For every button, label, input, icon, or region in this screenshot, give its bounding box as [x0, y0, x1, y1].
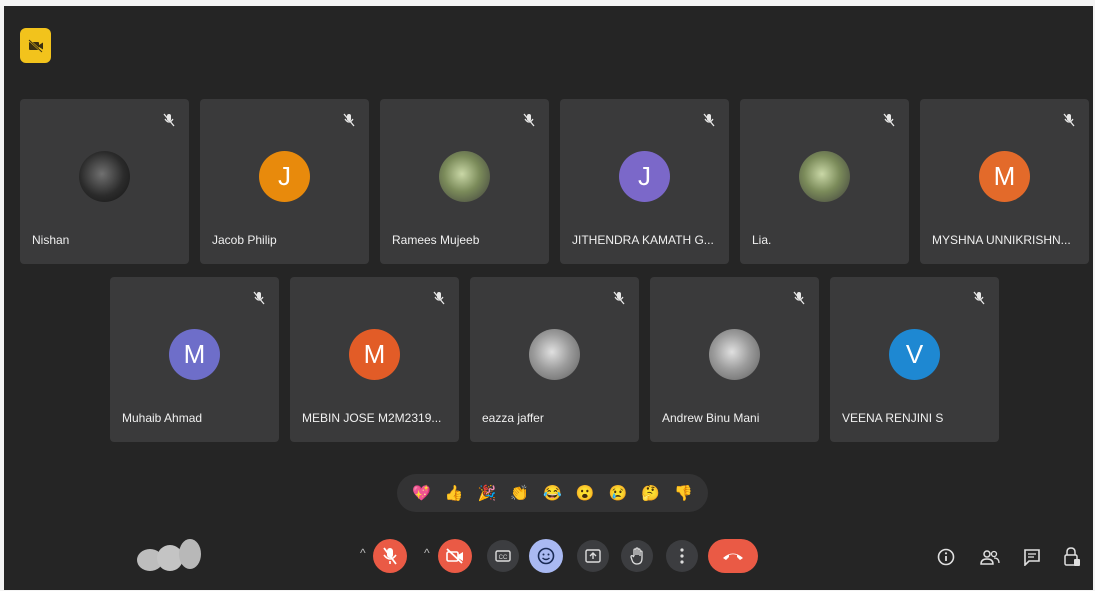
- avatar-initial: J: [278, 161, 291, 191]
- svg-text:CC: CC: [499, 555, 508, 561]
- participant-name: VEENA RENJINI S: [842, 411, 944, 425]
- mic-off-icon: [343, 113, 355, 127]
- participant-tile[interactable]: Ramees Mujeeb: [380, 99, 549, 264]
- reaction-laugh[interactable]: 😂: [539, 480, 565, 506]
- info-icon: [937, 548, 955, 566]
- participant-name: Ramees Mujeeb: [392, 233, 480, 247]
- leave-call-button[interactable]: [708, 539, 758, 573]
- participant-name: JITHENDRA KAMATH G...: [572, 233, 714, 247]
- camera-options-chevron-icon[interactable]: ^: [424, 546, 430, 560]
- avatar-initial: M: [993, 161, 1016, 191]
- chat-button[interactable]: [1019, 544, 1045, 570]
- participant-avatar: J: [619, 151, 670, 202]
- mic-off-icon: [883, 113, 895, 127]
- mic-off-icon: [163, 113, 175, 127]
- captions-button[interactable]: CC: [487, 540, 519, 572]
- camera-off-icon: [27, 38, 43, 53]
- participant-name: MEBIN JOSE M2M2319...: [302, 411, 442, 425]
- mic-off-icon: [523, 113, 535, 127]
- participant-avatar: M: [979, 151, 1030, 202]
- participant-name: Lia.: [752, 233, 772, 247]
- people-button[interactable]: [977, 544, 1003, 570]
- participant-tile[interactable]: Andrew Binu Mani: [650, 277, 819, 442]
- participant-name: MYSHNA UNNIKRISHN...: [932, 233, 1071, 247]
- participant-name: Jacob Philip: [212, 233, 277, 247]
- participant-name: eazza jaffer: [482, 411, 544, 425]
- hangup-icon: [723, 553, 743, 560]
- participant-avatar: [79, 151, 130, 202]
- mic-off-icon: [973, 291, 985, 305]
- reaction-party[interactable]: 🎉: [474, 480, 500, 506]
- camera-off-badge: [20, 28, 51, 63]
- reaction-sad[interactable]: 😢: [605, 480, 631, 506]
- mic-options-chevron-icon[interactable]: ^: [360, 546, 366, 560]
- avatar-initial: V: [905, 339, 924, 369]
- people-icon: [980, 550, 1000, 565]
- meeting-details-button[interactable]: [933, 544, 959, 570]
- reaction-thinking[interactable]: 🤔: [638, 480, 664, 506]
- participant-name: Andrew Binu Mani: [662, 411, 760, 425]
- mic-off-icon: [253, 291, 265, 305]
- reaction-thumbs-up[interactable]: 👍: [441, 480, 467, 506]
- participant-avatar: M: [349, 329, 400, 380]
- hand-icon: [630, 547, 643, 565]
- mic-toggle-button[interactable]: [373, 539, 407, 573]
- avatar-initial: M: [363, 339, 386, 369]
- reactions-bar: 💖 👍 🎉 👏 😂 😮 😢 🤔 👎: [397, 474, 708, 512]
- lock-person-icon: [1064, 547, 1080, 566]
- participant-tile[interactable]: eazza jaffer: [470, 277, 639, 442]
- participant-tile[interactable]: Lia.: [740, 99, 909, 264]
- chat-icon: [1024, 549, 1040, 566]
- reaction-thumbs-down[interactable]: 👎: [671, 480, 697, 506]
- participant-tile[interactable]: J JITHENDRA KAMATH G...: [560, 99, 729, 264]
- mic-off-icon: [1063, 113, 1075, 127]
- captions-icon: CC: [495, 550, 511, 562]
- host-controls-button[interactable]: [1059, 544, 1085, 570]
- mic-off-icon: [383, 547, 397, 565]
- mic-off-icon: [793, 291, 805, 305]
- reactions-button[interactable]: [529, 539, 563, 573]
- avatar-initial: J: [638, 161, 651, 191]
- participant-tile[interactable]: Nishan: [20, 99, 189, 264]
- redacted-meeting-name: [137, 539, 201, 571]
- present-screen-button[interactable]: [577, 540, 609, 572]
- camera-off-icon: [446, 548, 463, 564]
- mic-off-icon: [433, 291, 445, 305]
- mic-off-icon: [703, 113, 715, 127]
- more-options-button[interactable]: [666, 540, 698, 572]
- participant-tile[interactable]: J Jacob Philip: [200, 99, 369, 264]
- participant-avatar: [439, 151, 490, 202]
- participant-name: Muhaib Ahmad: [122, 411, 203, 425]
- present-icon: [585, 549, 601, 563]
- smiley-icon: [537, 547, 555, 565]
- participant-tile[interactable]: M Muhaib Ahmad: [110, 277, 279, 442]
- reaction-clap[interactable]: 👏: [507, 480, 533, 506]
- more-vert-icon: [680, 548, 684, 564]
- participant-avatar: [709, 329, 760, 380]
- raise-hand-button[interactable]: [621, 540, 653, 572]
- participant-avatar: [529, 329, 580, 380]
- participant-name: Nishan: [32, 233, 70, 247]
- participant-avatar: J: [259, 151, 310, 202]
- mic-off-icon: [613, 291, 625, 305]
- meeting-screen: Nishan J Jacob Philip Ramees Mujeeb J JI…: [4, 6, 1093, 590]
- reaction-heart[interactable]: 💖: [408, 480, 434, 506]
- participant-tile[interactable]: V VEENA RENJINI S: [830, 277, 999, 442]
- participant-avatar: [799, 151, 850, 202]
- participant-tile[interactable]: M MYSHNA UNNIKRISHN...: [920, 99, 1089, 264]
- participant-tile[interactable]: M MEBIN JOSE M2M2319...: [290, 277, 459, 442]
- camera-toggle-button[interactable]: [438, 539, 472, 573]
- avatar-initial: M: [183, 339, 206, 369]
- participant-avatar: V: [889, 329, 940, 380]
- participant-avatar: M: [169, 329, 220, 380]
- reaction-surprised[interactable]: 😮: [572, 480, 598, 506]
